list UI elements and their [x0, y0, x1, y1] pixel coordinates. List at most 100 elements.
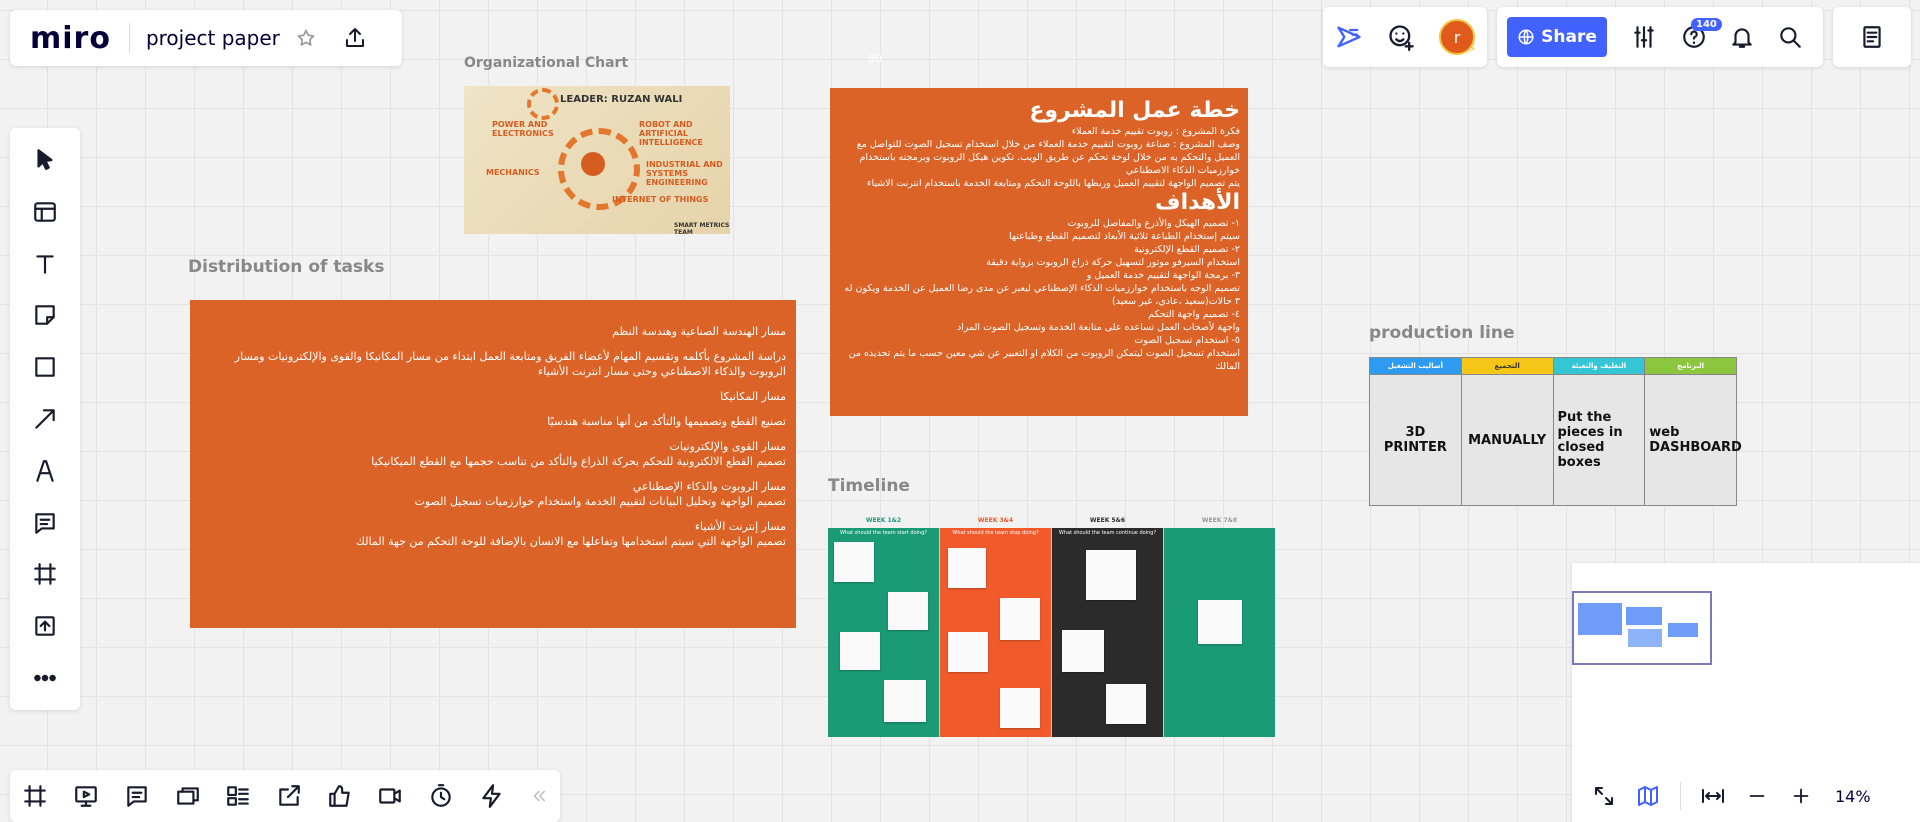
zoom-level[interactable]: 14% [1835, 787, 1871, 806]
table-header: التجميع [1460, 357, 1554, 375]
avatar-initial: r [1453, 27, 1461, 47]
goal-line: واجهة لأصحاب العمل تساعده على متابعة الخ… [956, 322, 1240, 333]
shape-icon[interactable] [23, 345, 67, 389]
embed-icon[interactable] [276, 783, 302, 809]
minimap-block [1626, 607, 1662, 625]
sticky-note[interactable] [1000, 688, 1040, 728]
divider [1680, 782, 1681, 810]
fullscreen-icon[interactable] [1582, 776, 1626, 816]
org-role-industrial: INDUSTRIAL AND SYSTEMS ENGINEERING [646, 160, 723, 187]
plan-intro-line: يتم تصميم الواجهة لتقييم العميل وربطها ب… [866, 178, 1240, 189]
sticky-note[interactable] [884, 680, 926, 722]
more-tools-icon[interactable] [23, 656, 67, 700]
collapse-toolbar-icon[interactable] [530, 787, 548, 805]
org-chart-label[interactable]: Organizational Chart [464, 55, 628, 71]
notes-icon[interactable] [1833, 7, 1911, 67]
pen-icon[interactable] [23, 449, 67, 493]
org-role-ai: ROBOT AND ARTIFICIAL INTELLIGENCE [639, 120, 703, 147]
zoom-bar: 14% [1572, 770, 1920, 822]
reactions-icon[interactable] [1335, 23, 1363, 51]
minimap-viewport[interactable] [1572, 591, 1712, 665]
templates-icon[interactable] [23, 190, 67, 234]
table-cell: 3D PRINTER [1369, 374, 1462, 506]
frames-icon[interactable] [22, 783, 48, 809]
share-label: Share [1541, 27, 1597, 47]
sticky-note[interactable] [1106, 684, 1146, 724]
share-button[interactable]: Share [1507, 17, 1607, 57]
apps-lightning-icon[interactable] [479, 783, 505, 809]
week-label: WEEK 7&8 [1201, 517, 1238, 524]
frame-icon[interactable] [23, 552, 67, 596]
dist-paragraph: دراسة المشروع بأكلمه وتقسيم المهام لأعضا… [234, 350, 786, 378]
kanban-icon[interactable] [225, 783, 251, 809]
dist-paragraph: تصنيع القطع وتصميمها والتأكد من أنها منا… [547, 415, 786, 428]
table-header: التغليف والتعبئة [1552, 357, 1646, 375]
org-chart-image[interactable]: LEADER: RUZAN WALI POWER AND ELECTRONICS… [464, 86, 730, 234]
settings-sliders-icon[interactable] [1629, 22, 1659, 52]
timeline-column: WEEK 1&2 What should the team start doin… [828, 517, 940, 737]
minimap-block [1668, 623, 1698, 637]
star-icon[interactable] [294, 26, 318, 50]
dist-paragraph: مسار القوى والإلكترونيات تصميم القطع الا… [371, 440, 786, 468]
board-title[interactable]: project paper [146, 26, 280, 50]
production-line-table[interactable]: أساليب التشغيل التجميع التغليف والتعبئة … [1369, 357, 1742, 506]
column-question: What should the team stop doing? [952, 530, 1039, 536]
sticky-note[interactable] [888, 592, 928, 630]
avatar[interactable]: r ⚡ [1439, 19, 1477, 57]
distribution-label[interactable]: Distribution of tasks [188, 257, 384, 277]
distribution-card[interactable]: مسار الهندسة الصناعية وهندسة النظم دراسة… [190, 300, 796, 628]
export-icon[interactable] [340, 23, 370, 53]
bell-icon[interactable] [1727, 22, 1757, 52]
org-role-power: POWER AND ELECTRONICS [492, 120, 554, 138]
voting-icon[interactable] [327, 783, 353, 809]
sticky-note[interactable] [840, 632, 880, 670]
plan-intro-line: فكرة المشروع : روبوت تقييم خدمة العملاء [1071, 126, 1240, 137]
upload-icon[interactable] [23, 604, 67, 648]
dist-paragraph: مسار الروبوت والذكاء الإصطناعي تصميم الو… [414, 480, 786, 508]
plan-intro-line: وصف المشروع : صناعة روبوت لتقييم خدمة ال… [856, 139, 1240, 176]
text-icon[interactable] [23, 242, 67, 286]
help-icon[interactable]: 140 [1679, 18, 1722, 52]
minimap-panel: 14% [1572, 563, 1920, 822]
miro-logo[interactable]: miro [30, 21, 111, 56]
zoom-in-icon[interactable] [1779, 776, 1823, 816]
timeline-board[interactable]: WEEK 1&2 What should the team start doin… [828, 517, 1275, 737]
map-icon[interactable] [1626, 776, 1670, 816]
cards-icon[interactable] [175, 783, 201, 809]
sticky-note[interactable] [1198, 600, 1242, 644]
org-role-mechanics: MECHANICS [486, 168, 540, 177]
presentation-icon[interactable] [73, 783, 99, 809]
sticky-note[interactable] [1000, 598, 1040, 640]
search-icon[interactable] [1775, 22, 1805, 52]
timeline-column: WEEK 7&8 [1164, 517, 1275, 737]
fit-to-screen-icon[interactable] [1691, 776, 1735, 816]
sticky-note[interactable] [948, 548, 986, 588]
board-header: miro project paper [10, 10, 402, 66]
dist-paragraph: مسار إنترنت الأشياء تصميم الواجهة التي س… [355, 520, 786, 548]
production-line-label[interactable]: production line [1369, 323, 1515, 343]
sticky-note[interactable] [834, 542, 874, 582]
org-leader: LEADER: RUZAN WALI [560, 94, 683, 105]
timeline-label[interactable]: Timeline [828, 476, 910, 496]
add-collaborator-icon[interactable] [1387, 23, 1415, 51]
sticky-note-icon[interactable] [23, 293, 67, 337]
project-plan-card[interactable]: خطة عمل المشروع فكرة المشروع : روبوت تقي… [830, 88, 1248, 416]
table-header: البرنامج [1644, 357, 1737, 375]
week-label: WEEK 1&2 [865, 517, 902, 524]
comment-icon[interactable] [23, 501, 67, 545]
video-call-icon[interactable] [377, 783, 403, 809]
select-cursor-icon[interactable] [23, 138, 67, 182]
connector-arrow-icon[interactable] [23, 397, 67, 441]
zoom-out-icon[interactable] [1735, 776, 1779, 816]
sticky-note[interactable] [948, 632, 988, 672]
minimap-block [1578, 603, 1622, 635]
dist-paragraph: مسار الهندسة الصناعية وهندسة النظم [612, 325, 786, 338]
column-question: What should the team continue doing? [1058, 530, 1157, 536]
sticky-note[interactable] [1062, 630, 1104, 672]
timeline-column: WEEK 3&4 What should the team stop doing… [940, 517, 1052, 737]
table-cell: MANUALLY [1460, 374, 1554, 506]
sticky-note[interactable] [1086, 550, 1136, 600]
timer-icon[interactable] [428, 783, 454, 809]
comments-icon[interactable] [124, 783, 150, 809]
goal-line: ٥- استخدام تسجيل الصوت [1134, 335, 1240, 346]
